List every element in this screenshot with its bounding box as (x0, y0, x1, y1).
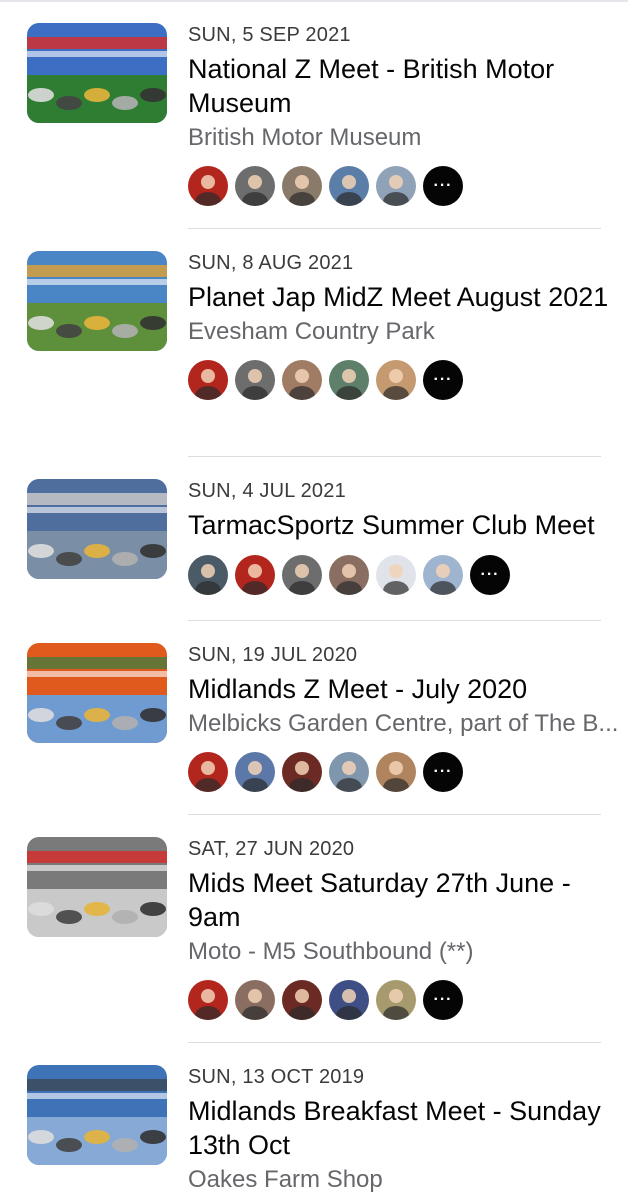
event-location: Evesham Country Park (188, 318, 435, 345)
attendee-avatar[interactable] (235, 166, 275, 206)
attendee-avatars[interactable]: ··· (188, 166, 628, 206)
attendee-avatar[interactable] (188, 166, 228, 206)
attendee-avatars[interactable]: ··· (188, 752, 628, 792)
attendee-avatar[interactable] (235, 752, 275, 792)
attendee-avatar[interactable] (235, 555, 275, 595)
event-thumbnail[interactable] (27, 837, 167, 937)
event-info: SUN, 8 AUG 2021 Planet Jap MidZ Meet Aug… (188, 250, 628, 400)
event-divider (188, 228, 601, 229)
attendee-avatar[interactable] (329, 360, 369, 400)
attendee-avatar[interactable] (282, 980, 322, 1020)
attendee-avatar[interactable] (376, 980, 416, 1020)
event-thumbnail-image (27, 1065, 167, 1165)
event-info: SAT, 27 JUN 2020 Mids Meet Saturday 27th… (188, 836, 628, 1020)
attendee-avatar[interactable] (188, 980, 228, 1020)
event-info: SUN, 19 JUL 2020 Midlands Z Meet - July … (188, 642, 628, 792)
more-attendees-icon[interactable]: ··· (470, 555, 510, 595)
event-date: SUN, 13 OCT 2019 (188, 1066, 365, 1088)
attendee-avatar[interactable] (376, 555, 416, 595)
event-title[interactable]: Mids Meet Saturday 27th June - 9am (188, 866, 618, 934)
event-title[interactable]: Midlands Breakfast Meet - Sunday 13th Oc… (188, 1094, 618, 1162)
event-info: SUN, 5 SEP 2021 National Z Meet - Britis… (188, 22, 628, 206)
attendee-avatar[interactable] (376, 360, 416, 400)
event-thumbnail-image (27, 837, 167, 937)
attendee-avatar[interactable] (235, 980, 275, 1020)
event-date: SAT, 27 JUN 2020 (188, 838, 355, 860)
top-divider (0, 0, 628, 2)
attendee-avatar[interactable] (329, 980, 369, 1020)
attendee-avatars[interactable]: ··· (188, 555, 628, 595)
attendee-avatars[interactable]: ··· (188, 360, 628, 400)
event-thumbnail-image (27, 479, 167, 579)
attendee-avatar[interactable] (329, 752, 369, 792)
attendee-avatar[interactable] (235, 360, 275, 400)
event-divider (188, 620, 601, 621)
more-attendees-icon[interactable]: ··· (423, 752, 463, 792)
event-date: SUN, 4 JUL 2021 (188, 480, 346, 502)
event-thumbnail[interactable] (27, 1065, 167, 1165)
attendee-avatar[interactable] (376, 752, 416, 792)
event-location: Moto - M5 Southbound (**) (188, 938, 474, 965)
event-divider (188, 1042, 601, 1043)
event-info: SUN, 13 OCT 2019 Midlands Breakfast Meet… (188, 1064, 628, 1195)
event-date: SUN, 19 JUL 2020 (188, 644, 358, 666)
event-title[interactable]: Midlands Z Meet - July 2020 (188, 672, 618, 706)
attendee-avatars[interactable]: ··· (188, 980, 628, 1020)
attendee-avatar[interactable] (188, 752, 228, 792)
attendee-avatar[interactable] (282, 555, 322, 595)
event-thumbnail[interactable] (27, 643, 167, 743)
attendee-avatar[interactable] (282, 166, 322, 206)
event-date: SUN, 5 SEP 2021 (188, 24, 351, 46)
attendee-avatar[interactable] (282, 752, 322, 792)
event-thumbnail-image (27, 23, 167, 123)
more-attendees-icon[interactable]: ··· (423, 980, 463, 1020)
event-location: Melbicks Garden Centre, part of The B... (188, 710, 619, 737)
event-info: SUN, 4 JUL 2021 TarmacSportz Summer Club… (188, 478, 628, 595)
attendee-avatar[interactable] (282, 360, 322, 400)
more-attendees-icon[interactable]: ··· (423, 360, 463, 400)
event-thumbnail[interactable] (27, 251, 167, 351)
event-title[interactable]: National Z Meet - British Motor Museum (188, 52, 618, 120)
attendee-avatar[interactable] (329, 555, 369, 595)
more-attendees-icon[interactable]: ··· (423, 166, 463, 206)
event-title[interactable]: TarmacSportz Summer Club Meet (188, 508, 628, 542)
event-thumbnail[interactable] (27, 479, 167, 579)
event-thumbnail[interactable] (27, 23, 167, 123)
attendee-avatar[interactable] (188, 555, 228, 595)
attendee-avatar[interactable] (329, 166, 369, 206)
attendee-avatar[interactable] (423, 555, 463, 595)
attendee-avatar[interactable] (188, 360, 228, 400)
event-divider (188, 814, 601, 815)
attendee-avatar[interactable] (376, 166, 416, 206)
event-divider (188, 456, 601, 457)
event-date: SUN, 8 AUG 2021 (188, 252, 354, 274)
event-location: British Motor Museum (188, 124, 422, 151)
event-thumbnail-image (27, 643, 167, 743)
event-thumbnail-image (27, 251, 167, 351)
event-location: Oakes Farm Shop (188, 1166, 383, 1193)
event-title[interactable]: Planet Jap MidZ Meet August 2021 (188, 280, 618, 314)
